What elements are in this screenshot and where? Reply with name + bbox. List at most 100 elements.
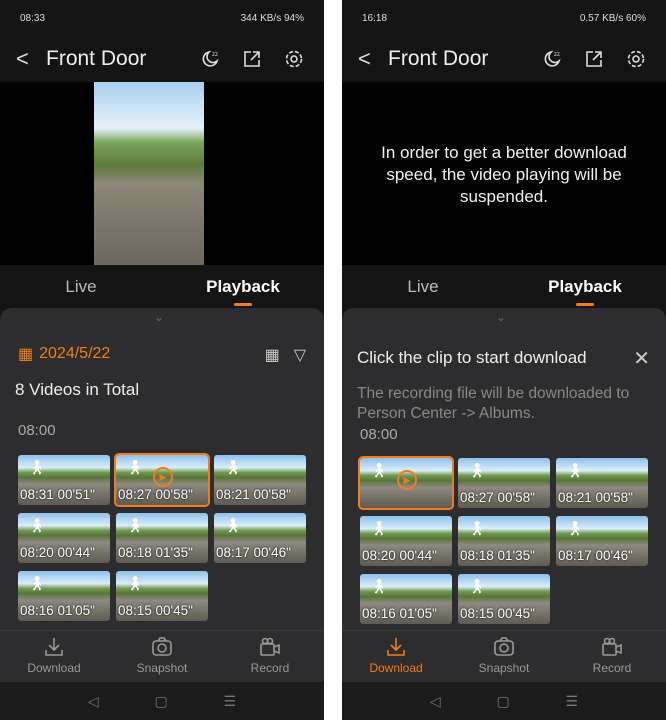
clip-label: 08:15 00'45"	[460, 606, 535, 621]
record-button[interactable]: Record	[216, 631, 324, 682]
download-label: Download	[369, 661, 423, 675]
share-icon[interactable]	[584, 49, 604, 69]
clip-thumbnail[interactable]: 🚶︎ 08:21 00'58"	[214, 455, 306, 505]
snapshot-label: Snapshot	[136, 661, 188, 675]
playback-panel: ⌄ ▦ 2024/5/22 ▦ ▽ 8 Videos in Total 08:00 …	[0, 308, 324, 630]
bottom-toolbar: Download Snapshot Record	[0, 630, 324, 682]
chevron-left-icon[interactable]: <	[16, 46, 30, 72]
record-button[interactable]: Record	[558, 631, 666, 682]
person-icon: 🚶︎	[370, 520, 388, 536]
nav-recents-icon[interactable]: ☰	[224, 693, 237, 710]
chevron-left-icon[interactable]: <	[358, 46, 372, 72]
clip-thumbnail[interactable]: 🚶︎ 08:31 00'51"	[18, 455, 110, 505]
snapshot-icon	[152, 637, 172, 656]
person-icon: 🚶︎	[566, 520, 584, 536]
clip-thumbnail[interactable]: 🚶︎ 08:21 00'58"	[556, 458, 648, 508]
filter-icon[interactable]: ▽	[294, 345, 306, 365]
status-bar: 16:18 0.57 KB/s 60%	[342, 0, 666, 36]
clip-label: 08:21 00'58"	[558, 490, 633, 505]
clip-thumbnail[interactable]: 🚶︎ 08:17 00'46"	[556, 516, 648, 566]
clip-label: 08:27 00'58"	[460, 490, 535, 505]
clip-thumbnail[interactable]: 🚶︎ 08:16 01'05"	[360, 574, 452, 624]
clip-label: 08:31 00'51"	[20, 487, 95, 502]
clip-thumbnail[interactable]: 🚶︎ 08:15 00'45"	[458, 574, 550, 624]
close-icon[interactable]: ✕	[633, 346, 650, 371]
record-label: Record	[592, 661, 632, 675]
download-icon	[387, 638, 405, 656]
download-icon	[45, 638, 63, 656]
phone-playback: 08:33 344 KB/s 94% < Front Door zz Live P…	[0, 0, 324, 720]
nav-back-icon[interactable]: ◁	[88, 693, 99, 710]
clip-thumbnail[interactable]: 🚶︎ ▶ 08:27 00'58"	[114, 453, 210, 507]
nav-home-icon[interactable]: ▢	[154, 693, 167, 710]
chevron-down-icon[interactable]: ⌄	[496, 310, 506, 324]
person-icon: 🚶︎	[126, 575, 144, 591]
record-label: Record	[250, 661, 290, 675]
person-icon: 🚶︎	[566, 462, 584, 478]
clip-thumbnail[interactable]: 🚶︎ 08:15 00'45"	[116, 571, 208, 621]
chevron-down-icon[interactable]: ⌄	[154, 310, 164, 324]
grid-view-icon[interactable]: ▦	[265, 345, 280, 365]
clip-thumbnail[interactable]: 🚶︎ 08:18 01'35"	[116, 513, 208, 563]
sleep-moon-icon[interactable]: zz	[542, 49, 562, 69]
sleep-moon-icon[interactable]: zz	[200, 49, 220, 69]
nav-back-icon[interactable]: ◁	[430, 693, 441, 710]
tab-playback[interactable]: Playback	[504, 265, 666, 307]
clip-label: 08:16 01'05"	[362, 606, 437, 621]
person-icon: 🚶︎	[468, 578, 486, 594]
download-label: Download	[27, 661, 81, 675]
play-icon: ▶	[397, 470, 417, 490]
gear-icon[interactable]	[284, 49, 304, 69]
clip-thumbnail[interactable]: 🚶︎ ▶	[358, 456, 454, 510]
tab-live[interactable]: Live	[0, 265, 162, 307]
person-icon: 🚶︎	[468, 520, 486, 536]
suspend-message: In order to get a better download speed,…	[381, 143, 627, 206]
clip-thumbnail[interactable]: 🚶︎ 08:20 00'44"	[18, 513, 110, 563]
person-icon: 🚶︎	[468, 462, 486, 478]
snapshot-icon	[494, 637, 514, 656]
phone-download: 16:18 0.57 KB/s 60% < Front Door zz In or…	[342, 0, 666, 720]
gear-icon[interactable]	[626, 49, 646, 69]
header: < Front Door zz	[342, 36, 666, 82]
person-icon: 🚶︎	[126, 517, 144, 533]
download-button[interactable]: Download	[0, 631, 108, 682]
status-time: 08:33	[20, 12, 46, 24]
clip-label: 08:18 01'35"	[460, 548, 535, 563]
share-icon[interactable]	[242, 49, 262, 69]
date-picker[interactable]: ▦ 2024/5/22	[18, 344, 110, 364]
person-icon: 🚶︎	[126, 459, 144, 475]
person-icon: 🚶︎	[224, 459, 242, 475]
hour-label: 08:00	[18, 422, 56, 439]
system-nav: ◁ ▢ ☰	[0, 682, 324, 720]
nav-home-icon[interactable]: ▢	[496, 693, 509, 710]
clip-label: 08:17 00'46"	[216, 545, 291, 560]
clip-thumbnail[interactable]: 🚶︎ 08:17 00'46"	[214, 513, 306, 563]
play-icon: ▶	[153, 467, 173, 487]
nav-recents-icon[interactable]: ☰	[566, 693, 579, 710]
person-icon: 🚶︎	[370, 462, 388, 478]
svg-text:zz: zz	[554, 52, 560, 58]
clip-label: 08:21 00'58"	[216, 487, 291, 502]
clip-label: 08:16 01'05"	[20, 603, 95, 618]
hour-label: 08:00	[360, 426, 398, 443]
download-button[interactable]: Download	[342, 631, 450, 682]
tab-playback[interactable]: Playback	[162, 265, 324, 307]
snapshot-button[interactable]: Snapshot	[450, 631, 558, 682]
download-title: Click the clip to start download	[357, 348, 587, 367]
clip-thumbnail[interactable]: 🚶︎ 08:18 01'35"	[458, 516, 550, 566]
clip-grid: 🚶︎ ▶ 🚶︎ 08:27 00'58" 🚶︎ 08:21 00'58" 🚶︎ 08:20 0…	[358, 456, 648, 624]
date-label: 2024/5/22	[39, 345, 111, 362]
video-player: In order to get a better download speed,…	[342, 82, 666, 265]
status-time: 16:18	[362, 12, 388, 24]
tab-live[interactable]: Live	[342, 265, 504, 307]
clip-thumbnail[interactable]: 🚶︎ 08:27 00'58"	[458, 458, 550, 508]
clip-thumbnail[interactable]: 🚶︎ 08:16 01'05"	[18, 571, 110, 621]
video-count: 8 Videos in Total	[15, 380, 140, 399]
video-player[interactable]	[0, 82, 324, 265]
status-indicators: 0.57 KB/s 60%	[579, 12, 646, 24]
header: < Front Door zz	[0, 36, 324, 82]
snapshot-button[interactable]: Snapshot	[108, 631, 216, 682]
person-icon: 🚶︎	[28, 575, 46, 591]
clip-thumbnail[interactable]: 🚶︎ 08:20 00'44"	[360, 516, 452, 566]
bottom-toolbar: Download Snapshot Record	[342, 630, 666, 682]
